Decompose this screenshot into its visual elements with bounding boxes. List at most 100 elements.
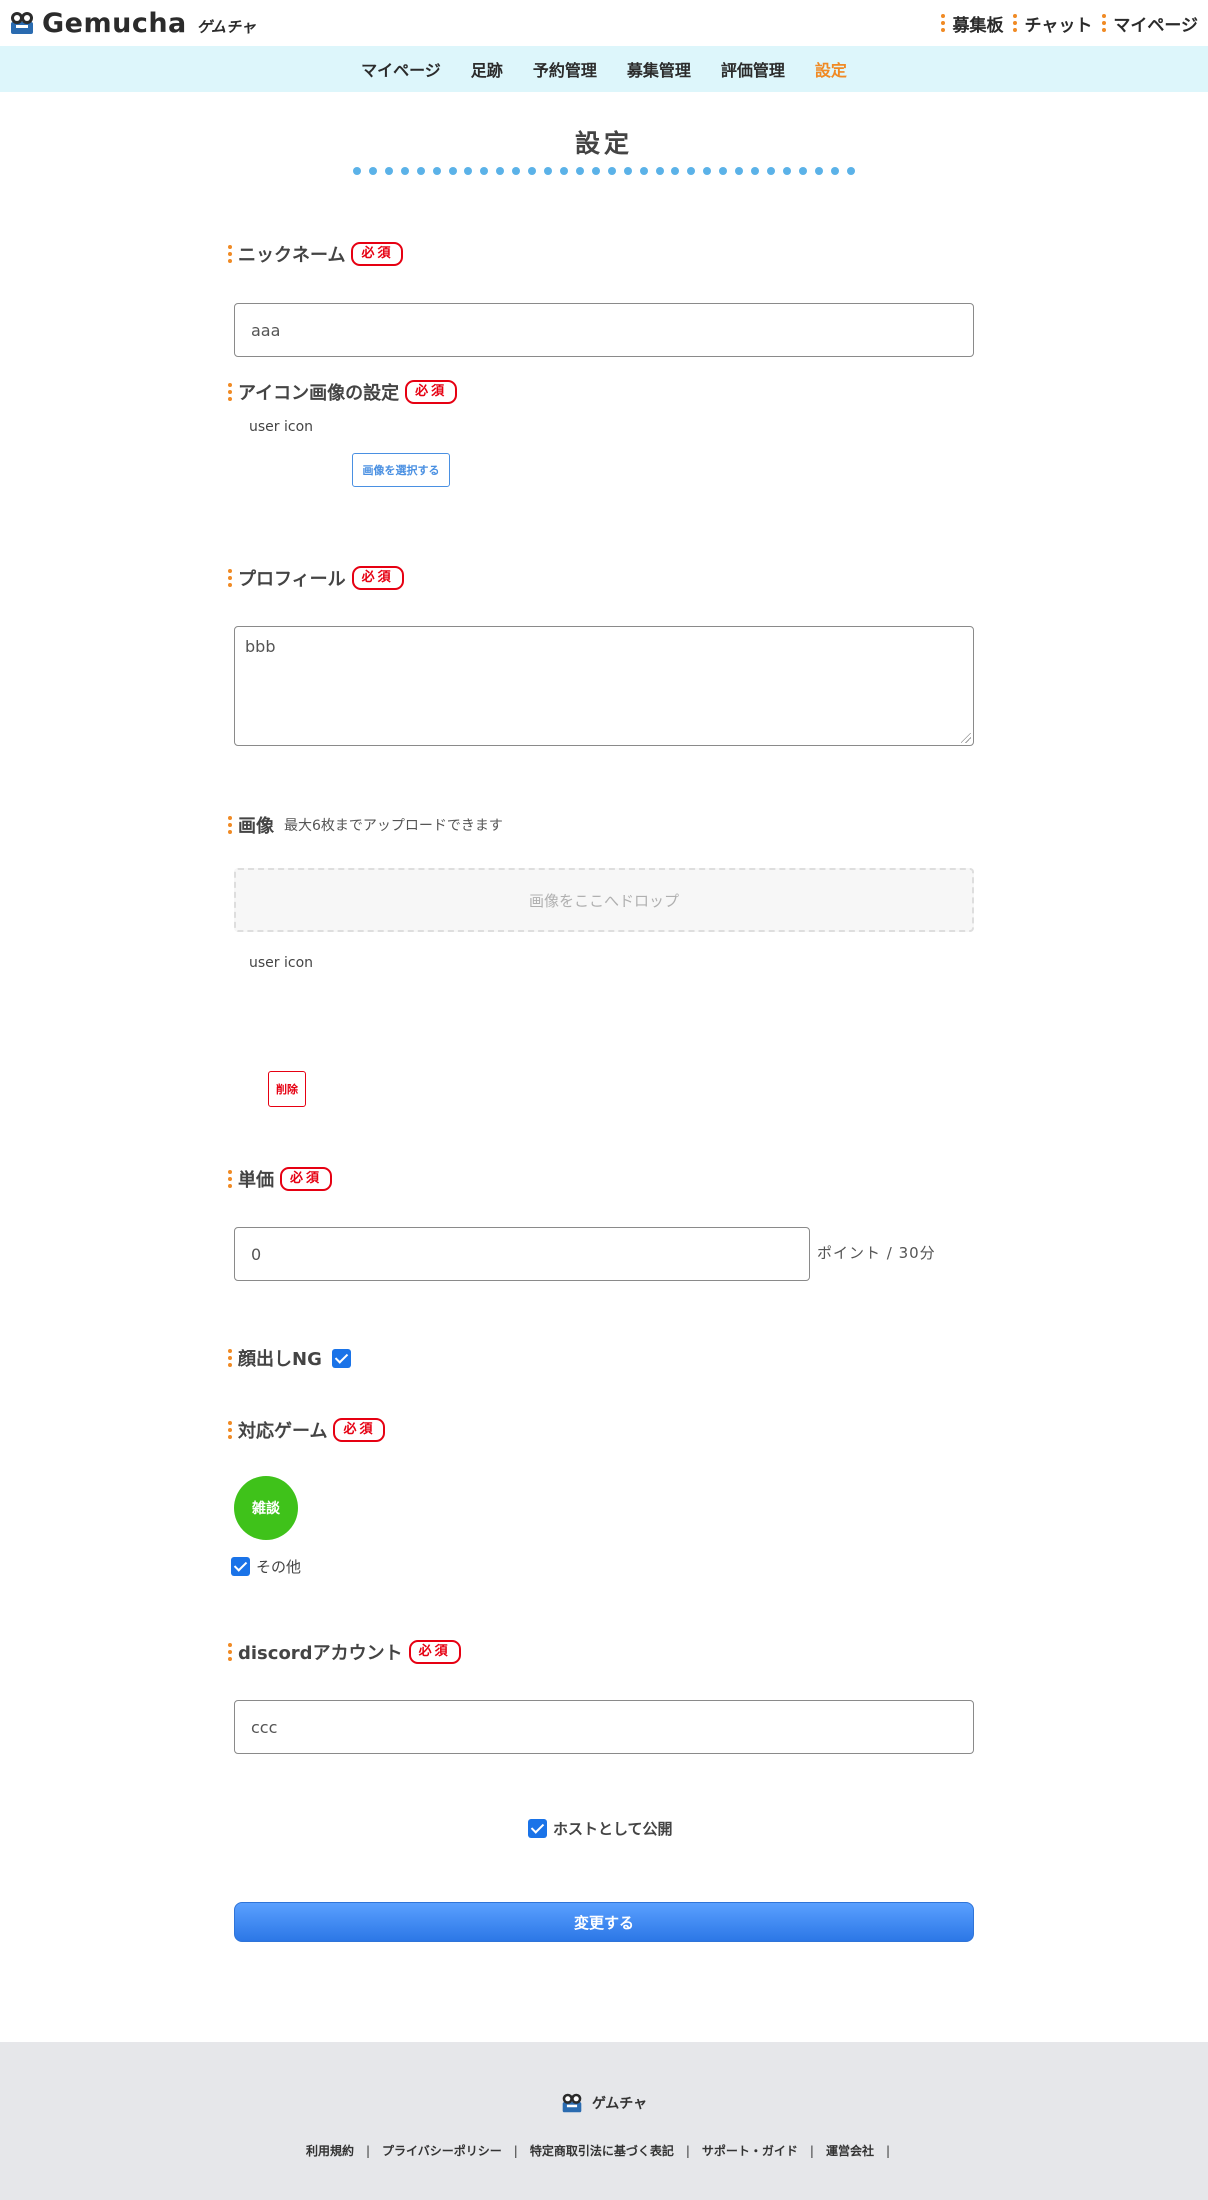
uploaded-image-alt: user icon — [249, 955, 314, 971]
dots-icon — [228, 1170, 232, 1188]
title-dot — [830, 167, 839, 175]
subnav-reviews[interactable]: 評価管理 — [721, 57, 785, 81]
title-dot — [766, 167, 775, 175]
title-dot — [798, 167, 807, 175]
title-dot — [703, 167, 712, 175]
dots-icon — [228, 383, 232, 401]
mypage-subnav: マイページ 足跡 予約管理 募集管理 評価管理 設定 — [0, 46, 1208, 92]
title-dot — [655, 167, 664, 175]
dots-icon — [228, 816, 232, 834]
footer-link-support[interactable]: サポート・ガイド — [702, 2142, 798, 2159]
dots-icon — [1013, 14, 1018, 32]
title-dot — [575, 167, 584, 175]
publish-checkbox[interactable] — [528, 1819, 547, 1838]
title-dot — [416, 167, 425, 175]
title-dot — [480, 167, 489, 175]
title-dot — [623, 167, 632, 175]
footer-link-company[interactable]: 運営会社 — [826, 2142, 874, 2159]
dots-icon — [228, 1349, 232, 1367]
label-profile: プロフィール 必須 — [228, 565, 404, 591]
site-logo[interactable]: Gemucha ゲムチャ — [8, 8, 256, 39]
label-price: 単価 必須 — [228, 1166, 333, 1192]
title-dot — [559, 167, 568, 175]
nickname-input[interactable]: aaa — [234, 303, 974, 357]
required-badge: 必須 — [351, 242, 404, 266]
price-unit: ポイント / 30分 — [817, 1244, 936, 1262]
required-badge: 必須 — [405, 380, 458, 404]
title-dot — [639, 167, 648, 175]
publish-as-host-option[interactable]: ホストとして公開 — [528, 1818, 673, 1839]
delete-image-button[interactable]: 削除 — [268, 1071, 306, 1107]
label-face-ng: 顔出しNG — [228, 1345, 351, 1371]
discord-input[interactable]: ccc — [234, 1700, 974, 1754]
dots-icon — [941, 14, 946, 32]
other-game-checkbox[interactable] — [231, 1557, 250, 1576]
mascot-icon — [11, 12, 33, 34]
dots-icon — [228, 1421, 232, 1439]
required-badge: 必須 — [280, 1167, 333, 1191]
dots-icon — [228, 245, 232, 263]
game-chip-chat[interactable]: 雑談 — [234, 1476, 298, 1540]
top-link-mypage[interactable]: マイページ — [1102, 11, 1198, 36]
submit-button[interactable]: 変更する — [234, 1902, 974, 1942]
top-link-recruit-board[interactable]: 募集板 — [941, 11, 1003, 36]
other-game-option[interactable]: その他 — [231, 1556, 301, 1577]
title-dot — [814, 167, 823, 175]
logo-wordmark: Gemucha — [42, 7, 187, 39]
footer-link-privacy[interactable]: プライバシーポリシー — [382, 2142, 502, 2159]
footer-logo[interactable]: ゲムチャ — [560, 2092, 647, 2114]
price-input[interactable]: 0 — [234, 1227, 810, 1281]
select-image-button[interactable]: 画像を選択する — [352, 453, 450, 487]
subnav-reservations[interactable]: 予約管理 — [533, 57, 597, 81]
site-header: Gemucha ゲムチャ 募集板 チャット マイページ — [0, 0, 1208, 46]
title-dot — [384, 167, 393, 175]
title-dot — [400, 167, 409, 175]
mascot-icon — [562, 2093, 582, 2113]
title-dot — [687, 167, 696, 175]
subnav-recruitments[interactable]: 募集管理 — [627, 57, 691, 81]
label-icon-image: アイコン画像の設定 必須 — [228, 379, 458, 405]
title-dot — [464, 167, 473, 175]
title-dot — [782, 167, 791, 175]
label-images: 画像 最大6枚までアップロードできます — [228, 812, 503, 838]
title-dot — [751, 167, 760, 175]
dots-icon — [1102, 14, 1107, 32]
footer-link-terms[interactable]: 利用規約 — [306, 2142, 354, 2159]
subnav-settings[interactable]: 設定 — [815, 57, 847, 81]
title-dot — [512, 167, 521, 175]
footer-links: 利用規約 | プライバシーポリシー | 特定商取引法に基づく表記 | サポート・… — [305, 2142, 891, 2159]
title-dot — [719, 167, 728, 175]
title-dot — [432, 167, 441, 175]
label-games: 対応ゲーム 必須 — [228, 1417, 386, 1443]
title-dotted-underline — [353, 167, 855, 175]
subnav-footprints[interactable]: 足跡 — [471, 57, 503, 81]
required-badge: 必須 — [408, 1640, 461, 1664]
page-title: 設定 — [574, 129, 633, 158]
dots-icon — [228, 1643, 232, 1661]
images-note: 最大6枚までアップロードできます — [284, 818, 503, 834]
required-badge: 必須 — [351, 566, 404, 590]
logo-kana: ゲムチャ — [196, 17, 256, 36]
top-link-chat[interactable]: チャット — [1013, 11, 1092, 36]
title-dot — [671, 167, 680, 175]
top-nav: 募集板 チャット マイページ — [941, 11, 1198, 36]
title-dot — [528, 167, 537, 175]
label-discord: discordアカウント 必須 — [228, 1639, 461, 1665]
profile-textarea[interactable]: bbb — [234, 626, 974, 746]
title-dot — [591, 167, 600, 175]
title-dot — [846, 167, 855, 175]
resize-grip-icon[interactable] — [961, 733, 971, 743]
title-dot — [496, 167, 505, 175]
icon-image-alt: user icon — [249, 419, 314, 435]
subnav-mypage[interactable]: マイページ — [361, 57, 441, 81]
title-dot — [607, 167, 616, 175]
site-footer: ゲムチャ 利用規約 | プライバシーポリシー | 特定商取引法に基づく表記 | … — [0, 2042, 1208, 2200]
label-nickname: ニックネーム 必須 — [228, 241, 404, 267]
required-badge: 必須 — [333, 1418, 386, 1442]
title-dot — [353, 167, 361, 175]
title-dot — [544, 167, 553, 175]
image-dropzone[interactable]: 画像をここへドロップ — [234, 868, 974, 932]
face-ng-checkbox[interactable] — [331, 1348, 351, 1368]
footer-link-commerce-law[interactable]: 特定商取引法に基づく表記 — [530, 2142, 674, 2159]
title-dot — [448, 167, 457, 175]
